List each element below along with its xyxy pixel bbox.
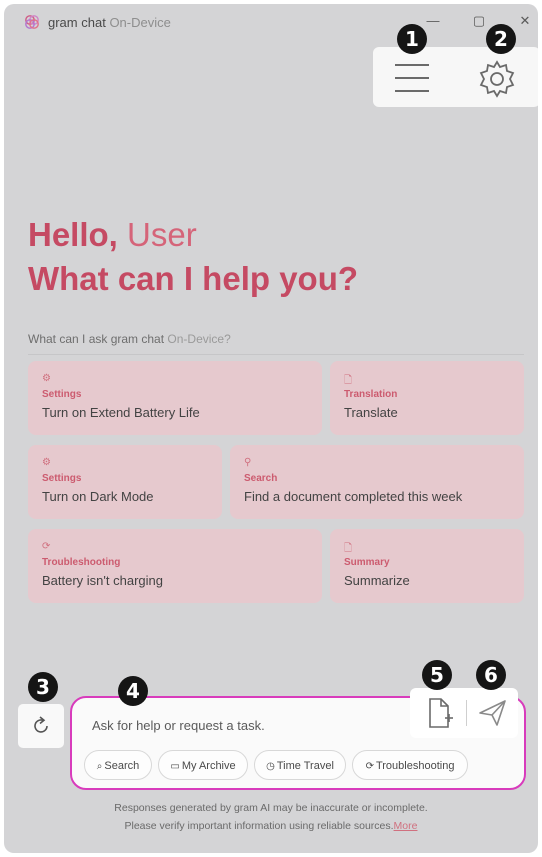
app-name-sub: On-Device [109, 15, 171, 30]
chat-input-placeholder[interactable]: Ask for help or request a task. [92, 718, 265, 733]
gram-chat-logo-icon [25, 15, 39, 29]
suggestions-heading-sub: On-Device? [167, 332, 231, 346]
document-icon: 🗋 [344, 375, 353, 386]
input-actions-panel [410, 688, 518, 738]
card-category: Search [244, 473, 278, 484]
disclaimer-line-1: Responses generated by gram AI may be in… [114, 802, 428, 814]
suggestion-card[interactable]: ⟳ Troubleshooting Battery isn't charging [28, 529, 322, 603]
greeting-hello: Hello, User [28, 216, 197, 254]
chip-label: My Archive [181, 760, 236, 772]
card-category: Settings [42, 473, 82, 484]
callout-5: 5 [422, 660, 452, 690]
disclaimer-line-2: Please verify important information usin… [4, 820, 538, 832]
menu-icon[interactable] [393, 61, 431, 95]
suggestion-card[interactable]: ⚲ Search Find a document completed this … [230, 445, 524, 519]
card-text: Turn on Extend Battery Life [42, 405, 200, 420]
callout-3: 3 [28, 672, 58, 702]
card-category: Settings [42, 389, 82, 400]
history-icon: ◷ [266, 761, 275, 772]
callout-1: 1 [397, 24, 427, 54]
card-text: Battery isn't charging [42, 573, 163, 588]
chip-label: Troubleshooting [375, 760, 455, 772]
card-text: Summarize [344, 573, 410, 588]
send-icon[interactable] [476, 696, 510, 730]
card-category: Troubleshooting [42, 557, 121, 568]
chip-search[interactable]: ⌕ Search [84, 750, 152, 780]
suggestion-card[interactable]: ⚙ Settings Turn on Dark Mode [28, 445, 222, 519]
divider [28, 354, 524, 355]
greeting-question: What can I help you? [28, 260, 359, 297]
document-icon: 🗋 [344, 543, 353, 554]
settings-gear-icon[interactable] [477, 59, 517, 99]
chip-my-archive[interactable]: ▭ My Archive [158, 750, 248, 780]
chip-time-travel[interactable]: ◷ Time Travel [254, 750, 346, 780]
card-text: Translate [344, 405, 398, 420]
card-category: Translation [344, 389, 398, 400]
card-text: Find a document completed this week [244, 489, 463, 504]
troubleshoot-icon: ⟳ [365, 761, 374, 772]
app-name-text: gram chat [48, 15, 106, 30]
title-bar: gram chat On-Device — ▢ ✕ [4, 4, 538, 40]
suggestion-card[interactable]: 🗋 Summary Summarize [330, 529, 524, 603]
suggestion-card[interactable]: 🗋 Translation Translate [330, 361, 524, 435]
action-divider [466, 700, 467, 726]
troubleshoot-icon: ⟳ [42, 541, 51, 552]
card-text: Turn on Dark Mode [42, 489, 154, 504]
minimize-button[interactable]: — [422, 10, 444, 32]
maximize-button[interactable]: ▢ [468, 10, 490, 32]
gear-icon: ⚙ [42, 373, 51, 384]
folder-icon: ▭ [170, 761, 180, 772]
top-actions-panel [373, 47, 538, 107]
chip-label: Search [104, 760, 140, 772]
chip-troubleshooting[interactable]: ⟳ Troubleshooting [352, 750, 468, 780]
app-title: gram chat On-Device [48, 15, 171, 30]
callout-6: 6 [476, 660, 506, 690]
suggestion-card[interactable]: ⚙ Settings Turn on Extend Battery Life [28, 361, 322, 435]
search-doc-icon: ⌕ [96, 761, 103, 772]
search-icon: ⚲ [244, 457, 252, 468]
refresh-button[interactable] [18, 704, 64, 748]
refresh-icon [34, 716, 48, 733]
callout-2: 2 [486, 24, 516, 54]
gear-icon: ⚙ [42, 457, 51, 468]
callout-4: 4 [118, 676, 148, 706]
greeting-user-name: User [127, 216, 197, 253]
attach-file-icon[interactable] [422, 696, 456, 730]
close-button[interactable]: ✕ [514, 10, 536, 32]
suggestions-heading-text: What can I ask gram chat [28, 332, 165, 346]
app-window: gram chat On-Device — ▢ ✕ Hello, User Wh… [4, 4, 538, 853]
disclaimer-line-2-text: Please verify important information usin… [124, 820, 394, 832]
chip-label: Time Travel [276, 760, 334, 772]
suggestions-heading: What can I ask gram chat On-Device? [28, 332, 231, 346]
more-link[interactable]: More [394, 820, 418, 832]
card-category: Summary [344, 557, 390, 568]
greeting-hello-text: Hello, [28, 216, 118, 253]
